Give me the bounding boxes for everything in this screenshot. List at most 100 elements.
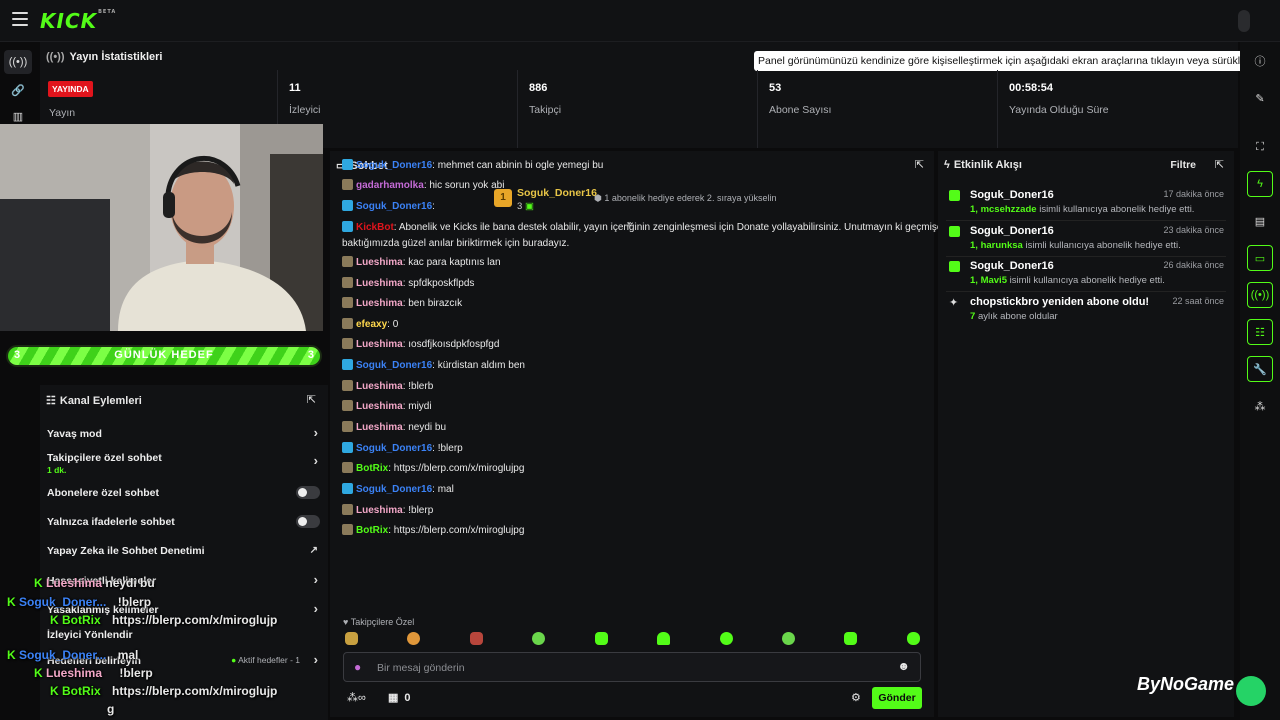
- subscribers-only-row[interactable]: Abonelere özel sohbet: [47, 487, 320, 499]
- stat-followers: 886 Takipçi: [517, 70, 757, 148]
- user-badge-icon: [342, 200, 353, 211]
- stream-label: Yayın: [49, 107, 76, 119]
- chat-message: Soguk_Doner16:: [342, 200, 435, 212]
- emote[interactable]: [532, 632, 545, 645]
- chat-username[interactable]: Soguk_Doner16: [356, 443, 432, 454]
- chat-username[interactable]: BotRix: [356, 525, 388, 536]
- overlay-chat-line: g: [107, 702, 115, 716]
- emote[interactable]: [470, 632, 483, 645]
- chat-message-text[interactable]: https://blerp.com/x/miroglujpg: [394, 463, 525, 474]
- chat-message-text: neydi bu: [408, 422, 447, 433]
- emote-only-row[interactable]: Yalnızca ifadelerle sohbet: [47, 516, 320, 528]
- chat-username[interactable]: Lueshima: [356, 505, 403, 516]
- chat-username[interactable]: Soguk_Doner16: [356, 484, 432, 495]
- activity-event: ✦ chopstickbro yeniden abone oldu! 7 aylık…: [949, 296, 1224, 322]
- whatsapp-icon[interactable]: [1236, 676, 1266, 706]
- emote[interactable]: [657, 632, 670, 645]
- daily-goal-bar: 3 GÜNLÜK HEDEF 3: [6, 345, 322, 367]
- subscribers-only-toggle[interactable]: [296, 486, 320, 499]
- emoji-icon[interactable]: ☻: [897, 659, 910, 673]
- info-icon[interactable]: ⓘ: [1247, 48, 1273, 74]
- notes-icon[interactable]: ▤: [1247, 208, 1273, 234]
- edit-icon[interactable]: ✎: [1247, 85, 1273, 111]
- activity-feed-panel: ϟ Etkinlik Akışı Filtre ⇱ Soguk_Doner16 1,…: [938, 151, 1234, 717]
- link-icon[interactable]: 🔗: [4, 78, 32, 102]
- top-gifter-count: 3 ▣: [517, 201, 534, 212]
- emote[interactable]: [907, 632, 920, 645]
- activity-popout-icon[interactable]: ⇱: [1215, 158, 1224, 171]
- chat-username[interactable]: BotRix: [356, 463, 388, 474]
- chat-username[interactable]: Lueshima: [356, 339, 403, 350]
- activity-title: ϟ Etkinlik Akışı: [944, 159, 1022, 171]
- chat-username[interactable]: Soguk_Doner16: [356, 360, 432, 371]
- chat-popout-icon[interactable]: ⇱: [915, 158, 924, 171]
- apps-icon[interactable]: ⁂: [1247, 393, 1273, 419]
- kick-logo[interactable]: KICKBETA: [40, 9, 116, 33]
- user-badge-icon: [342, 277, 353, 288]
- emote[interactable]: [844, 632, 857, 645]
- ai-moderation-row[interactable]: Yapay Zeka ile Sohbet Denetimi ↗: [47, 545, 320, 557]
- user-avatar[interactable]: [1238, 10, 1250, 32]
- chat-message-text: !blerp: [437, 443, 463, 454]
- emote[interactable]: [720, 632, 733, 645]
- top-gifter-name[interactable]: Soguk_Doner16: [517, 187, 597, 199]
- chat-message: Soguk_Doner16: !blerp: [342, 442, 463, 454]
- emote[interactable]: [595, 632, 608, 645]
- chat-settings-icon[interactable]: ⚙: [851, 691, 861, 704]
- gift-counter[interactable]: ▦ 0: [388, 691, 411, 704]
- user-badge-icon: [342, 359, 353, 370]
- user-badge-icon: [342, 318, 353, 329]
- activity-event: Soguk_Doner16 1, mcsehzzade isimli kullan…: [946, 187, 1226, 221]
- chat-message-text[interactable]: https://blerp.com/x/miroglujpg: [394, 525, 525, 536]
- chat-username[interactable]: Lueshima: [356, 381, 403, 392]
- gift-icon: [949, 190, 960, 201]
- chat-username[interactable]: Lueshima: [356, 278, 403, 289]
- emote-only-toggle[interactable]: [296, 515, 320, 528]
- points-icon[interactable]: ⁂∞: [347, 691, 366, 704]
- activity-event: Soguk_Doner16 1, harunksa isimli kullanıc…: [946, 223, 1226, 257]
- emote[interactable]: [345, 632, 358, 645]
- send-button[interactable]: Gönder: [872, 687, 922, 709]
- popout-icon[interactable]: ⇱: [307, 393, 316, 406]
- menu-icon[interactable]: [12, 12, 28, 26]
- user-badge-icon: [342, 297, 353, 308]
- slow-mode-row[interactable]: Yavaş mod ›: [47, 425, 320, 440]
- chat-username[interactable]: Soguk_Doner16: [356, 201, 432, 212]
- fullscreen-icon[interactable]: ⛶: [1247, 134, 1273, 160]
- emote[interactable]: [782, 632, 795, 645]
- actions-widget-icon[interactable]: ☷: [1247, 319, 1273, 345]
- chat-message-text: !blerp: [408, 505, 434, 516]
- gift-icon: [949, 226, 960, 237]
- chat-input[interactable]: ● Bir mesaj gönderin ☻: [343, 652, 921, 682]
- chat-message: Lueshima: ıosdfjkoısdpkfospfgd: [342, 338, 499, 350]
- filter-button[interactable]: Filtre: [1170, 159, 1196, 171]
- chat-username[interactable]: Lueshima: [356, 298, 403, 309]
- broadcast-icon[interactable]: ((•)): [4, 50, 32, 74]
- chat-widget-icon[interactable]: ▭: [1247, 245, 1273, 271]
- overlay-chat-line: K Lueshima !blerp: [34, 666, 153, 680]
- chat-message: gadarhamolka: hic sorun yok abi: [342, 179, 504, 191]
- stream-widget-icon[interactable]: ((•)): [1247, 282, 1273, 308]
- user-badge-icon: [342, 421, 353, 432]
- mic-icon[interactable]: ●: [354, 660, 361, 674]
- user-badge-icon: [342, 524, 353, 535]
- chat-username[interactable]: efeaxy: [356, 319, 387, 330]
- user-badge-icon: [342, 483, 353, 494]
- chat-username[interactable]: Lueshima: [356, 257, 403, 268]
- chat-username[interactable]: Soguk_Doner16: [356, 160, 432, 171]
- top-bar: KICKBETA: [0, 0, 1280, 42]
- chat-username[interactable]: Lueshima: [356, 401, 403, 412]
- emote[interactable]: [407, 632, 420, 645]
- chat-message: Lueshima: !blerb: [342, 380, 433, 392]
- user-badge-icon: [342, 159, 353, 170]
- chat-username[interactable]: KickBot: [356, 222, 394, 233]
- tools-widget-icon[interactable]: 🔧: [1247, 356, 1273, 382]
- chat-username[interactable]: Lueshima: [356, 422, 403, 433]
- activity-widget-icon[interactable]: ϟ: [1247, 171, 1273, 197]
- chat-message: Lueshima: neydi bu: [342, 421, 446, 433]
- followers-only-row[interactable]: Takipçilere özel sohbet 1 dk. ›: [47, 452, 320, 475]
- host-viewers-row[interactable]: İzleyici Yönlendir: [47, 629, 320, 641]
- chat-username[interactable]: gadarhamolka: [356, 180, 424, 191]
- chat-message-text: spfdkposkflpds: [408, 278, 475, 289]
- webcam-preview: [0, 124, 323, 331]
